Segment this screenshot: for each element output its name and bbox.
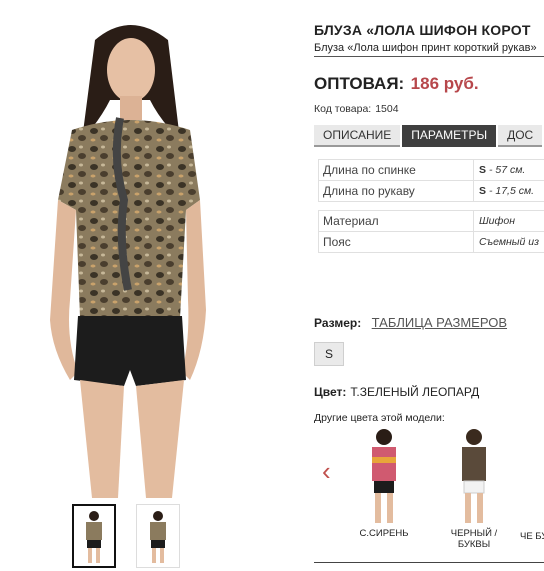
model-photo-illustration <box>50 25 206 498</box>
table-row: Длина по рукаву S - 17,5 см. <box>318 181 544 202</box>
size-option-button[interactable]: S <box>314 342 344 366</box>
param-value: Шифон <box>479 215 516 227</box>
param-measure: - 57 см. <box>488 164 526 176</box>
param-value: S - 17,5 см. <box>474 181 544 201</box>
table-row: Материал Шифон <box>318 210 544 232</box>
param-value: S - 57 см. <box>474 160 544 180</box>
section-divider <box>314 562 544 563</box>
color-value: Т.зеленый леопард <box>350 385 480 399</box>
color-variant[interactable]: С.СИРЕНЬ <box>344 425 424 539</box>
thumbnail-2[interactable] <box>136 504 180 568</box>
price-label: ОПТОВАЯ: <box>314 74 405 93</box>
table-gap <box>318 202 544 210</box>
size-table-link[interactable]: ТАБЛИЦА РАЗМЕРОВ <box>372 315 507 330</box>
color-variant[interactable]: ЧЕРНЫЙ / БУКВЫ <box>434 425 514 550</box>
size-label: Размер: <box>314 316 362 330</box>
variant-name: ЧЕ БУК <box>520 531 544 542</box>
tab-delivery[interactable]: Дос <box>498 125 543 147</box>
thumbnail-strip <box>72 504 180 568</box>
variant-image <box>462 429 486 523</box>
parameters-table: Длина по спинке S - 57 см. Длина по рука… <box>318 159 544 253</box>
param-name: Материал <box>319 211 474 231</box>
table-row: Длина по спинке S - 57 см. <box>318 159 544 181</box>
thumbnail-1[interactable] <box>72 504 116 568</box>
product-code-value: 1504 <box>375 103 399 115</box>
subtitle-underline <box>314 56 544 57</box>
product-code-label: Код товара: <box>314 103 372 115</box>
param-size: S <box>479 185 487 197</box>
price-value: 186 руб. <box>410 74 479 93</box>
tab-description[interactable]: Описание <box>314 125 401 147</box>
product-title: БЛУЗА «ЛОЛА ШИФОН КОРОТ <box>314 22 531 38</box>
size-row: Размер: ТАБЛИЦА РАЗМЕРОВ <box>314 314 507 332</box>
price-row: ОПТОВАЯ: 186 руб. <box>314 74 479 94</box>
param-name: Длина по спинке <box>319 160 474 180</box>
param-name: Длина по рукаву <box>319 181 474 201</box>
param-name: Пояс <box>319 232 474 252</box>
color-variant[interactable]: ЧЕ БУК <box>520 425 544 542</box>
variant-name: С.СИРЕНЬ <box>359 528 409 539</box>
tab-parameters[interactable]: Параметры <box>402 125 497 147</box>
product-code: Код товара: 1504 <box>314 103 399 115</box>
color-row: Цвет: Т.зеленый леопард <box>314 385 479 399</box>
param-value: Съемный из <box>479 236 540 248</box>
other-colors-label: Другие цвета этой модели: <box>314 412 445 424</box>
table-row: Пояс Съемный из <box>318 232 544 253</box>
chevron-left-icon[interactable]: ‹ <box>322 458 331 484</box>
thumbnail-image <box>86 511 102 563</box>
product-tabs: Описание Параметры Дос <box>314 125 543 147</box>
color-label: Цвет: <box>314 385 347 399</box>
param-size: S <box>479 164 487 176</box>
main-product-photo[interactable] <box>0 0 260 498</box>
product-info: БЛУЗА «ЛОЛА ШИФОН КОРОТ Блуза «Лола шифо… <box>314 0 544 571</box>
variant-image <box>372 429 396 523</box>
thumbnail-image <box>150 511 166 563</box>
product-gallery <box>0 0 300 571</box>
variant-name: ЧЕРНЫЙ / БУКВЫ <box>450 528 498 550</box>
product-subtitle: Блуза «Лола шифон принт короткий рукав» <box>314 42 537 54</box>
param-measure: - 17,5 см. <box>488 185 535 197</box>
